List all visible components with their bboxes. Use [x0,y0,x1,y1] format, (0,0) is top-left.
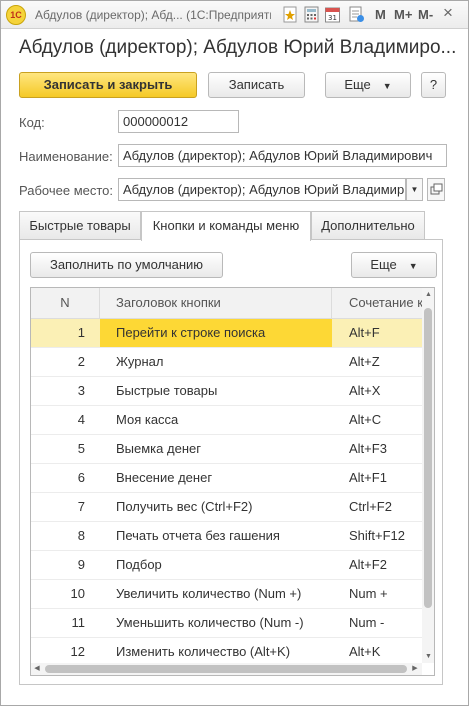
row-number: 8 [77,528,85,543]
row-shortcut: Alt+F [349,325,380,340]
table-row[interactable]: 10 Увеличить количество (Num +) Num + [31,580,422,609]
row-shortcut: Ctrl+F2 [349,499,392,514]
history-icon[interactable] [348,6,365,23]
row-title: Изменить количество (Alt+K) [116,644,291,659]
scroll-down-icon[interactable]: ▼ [422,650,434,663]
help-button[interactable]: ? [421,72,446,98]
calculator-icon[interactable] [303,6,320,23]
row-number: 7 [77,499,85,514]
table-row[interactable]: 6 Внесение денег Alt+F1 [31,464,422,493]
tab-buttons-and-menu-commands[interactable]: Кнопки и команды меню [141,211,311,241]
row-number: 2 [77,354,85,369]
table-row[interactable]: 3 Быстрые товары Alt+X [31,377,422,406]
row-number: 4 [77,412,85,427]
close-icon[interactable]: × [443,3,453,23]
row-shortcut: Alt+K [349,644,381,659]
workplace-field[interactable]: Абдулов (директор); Абдулов Юрий Владими… [118,178,406,201]
row-shortcut: Alt+C [349,412,382,427]
column-header-number[interactable]: N [31,288,100,319]
row-number: 10 [70,586,85,601]
row-number: 12 [70,644,85,659]
table-more-label: Еще [370,257,397,272]
scroll-right-icon[interactable]: ▶ [409,663,421,675]
commands-table[interactable]: N Заголовок кнопки Сочетание к 1 Перейти … [30,287,435,676]
table-more-button[interactable]: Еще ▼ [351,252,437,278]
name-label: Наименование: [19,149,113,164]
more-actions-label: Еще [344,77,371,92]
row-number: 6 [77,470,85,485]
app-logo-icon[interactable]: 1С [6,5,26,25]
row-title: Печать отчета без гашения [116,528,280,543]
vertical-scroll-thumb[interactable] [424,308,432,608]
row-number: 11 [71,615,86,630]
vertical-scrollbar[interactable]: ▲ ▼ [422,288,434,663]
table-row[interactable]: 7 Получить вес (Ctrl+F2) Ctrl+F2 [31,493,422,522]
title-bar: 1С Абдулов (директор); Абд... (1С:Предпр… [1,1,468,29]
row-shortcut: Num + [349,586,388,601]
row-title: Быстрые товары [116,383,218,398]
row-number: 3 [77,383,85,398]
memory-button[interactable]: M [375,7,386,22]
tab-additional[interactable]: Дополнительно [311,211,425,240]
horizontal-scroll-thumb[interactable] [45,665,407,673]
table-row[interactable]: 8 Печать отчета без гашения Shift+F12 [31,522,422,551]
save-button[interactable]: Записать [208,72,305,98]
row-title: Внесение денег [116,470,213,485]
row-title: Уменьшить количество (Num -) [116,615,304,630]
row-title: Моя касса [116,412,179,427]
row-title: Выемка денег [116,441,201,456]
row-number: 5 [77,441,85,456]
memory-plus-button[interactable]: M+ [394,7,412,22]
table-row[interactable]: 1 Перейти к строке поиска Alt+F [31,319,422,348]
column-header-shortcut[interactable]: Сочетание к [332,288,422,319]
scroll-left-icon[interactable]: ◀ [31,663,43,675]
row-title: Журнал [116,354,164,369]
table-row[interactable]: 9 Подбор Alt+F2 [31,551,422,580]
row-title[interactable]: Перейти к строке поиска [100,319,332,347]
svg-text:31: 31 [328,14,337,22]
memory-minus-button[interactable]: M- [418,7,433,22]
name-field[interactable]: Абдулов (директор); Абдулов Юрий Владими… [118,144,447,167]
workplace-label: Рабочее место: [19,183,114,198]
table-row[interactable]: 4 Моя касса Alt+C [31,406,422,435]
table-row[interactable]: 2 Журнал Alt+Z [31,348,422,377]
row-shortcut: Alt+X [349,383,381,398]
row-title: Увеличить количество (Num +) [116,586,302,601]
calendar-icon[interactable]: 31 [324,6,341,23]
workplace-dropdown-icon[interactable]: ▼ [406,178,423,201]
chevron-down-icon: ▼ [408,260,418,271]
scroll-up-icon[interactable]: ▲ [422,288,434,301]
save-and-close-button[interactable]: Записать и закрыть [19,72,197,98]
tab-quick-products[interactable]: Быстрые товары [19,211,141,240]
more-actions-button[interactable]: Еще ▼ [325,72,411,98]
fill-default-button[interactable]: Заполнить по умолчанию [30,252,223,278]
row-shortcut: Alt+F1 [349,470,387,485]
row-title: Подбор [116,557,162,572]
chevron-down-icon: ▼ [382,80,392,91]
row-shortcut: Num - [349,615,385,630]
table-row[interactable]: 11 Уменьшить количество (Num -) Num - [31,609,422,638]
row-number: 1 [77,325,85,340]
column-header-title[interactable]: Заголовок кнопки [100,288,332,319]
table-row[interactable]: 5 Выемка денег Alt+F3 [31,435,422,464]
row-shortcut: Alt+F3 [349,441,387,456]
code-label: Код: [19,115,45,130]
row-shortcut: Alt+Z [349,354,380,369]
row-shortcut: Alt+F2 [349,557,387,572]
row-number: 9 [77,557,85,572]
horizontal-scrollbar[interactable]: ◀ ▶ [31,663,422,675]
code-field[interactable]: 000000012 [118,110,239,133]
open-icon[interactable] [427,178,445,201]
form-title: Абдулов (директор); Абдулов Юрий Владими… [19,37,457,58]
table-header: N Заголовок кнопки Сочетание к [31,288,422,319]
form-window: 1С Абдулов (директор); Абд... (1С:Предпр… [0,0,469,706]
row-shortcut: Shift+F12 [349,528,406,543]
favorite-icon[interactable] [282,6,299,23]
window-title: Абдулов (директор); Абд... (1С:Предприят… [35,8,271,22]
row-title: Получить вес (Ctrl+F2) [116,499,253,514]
